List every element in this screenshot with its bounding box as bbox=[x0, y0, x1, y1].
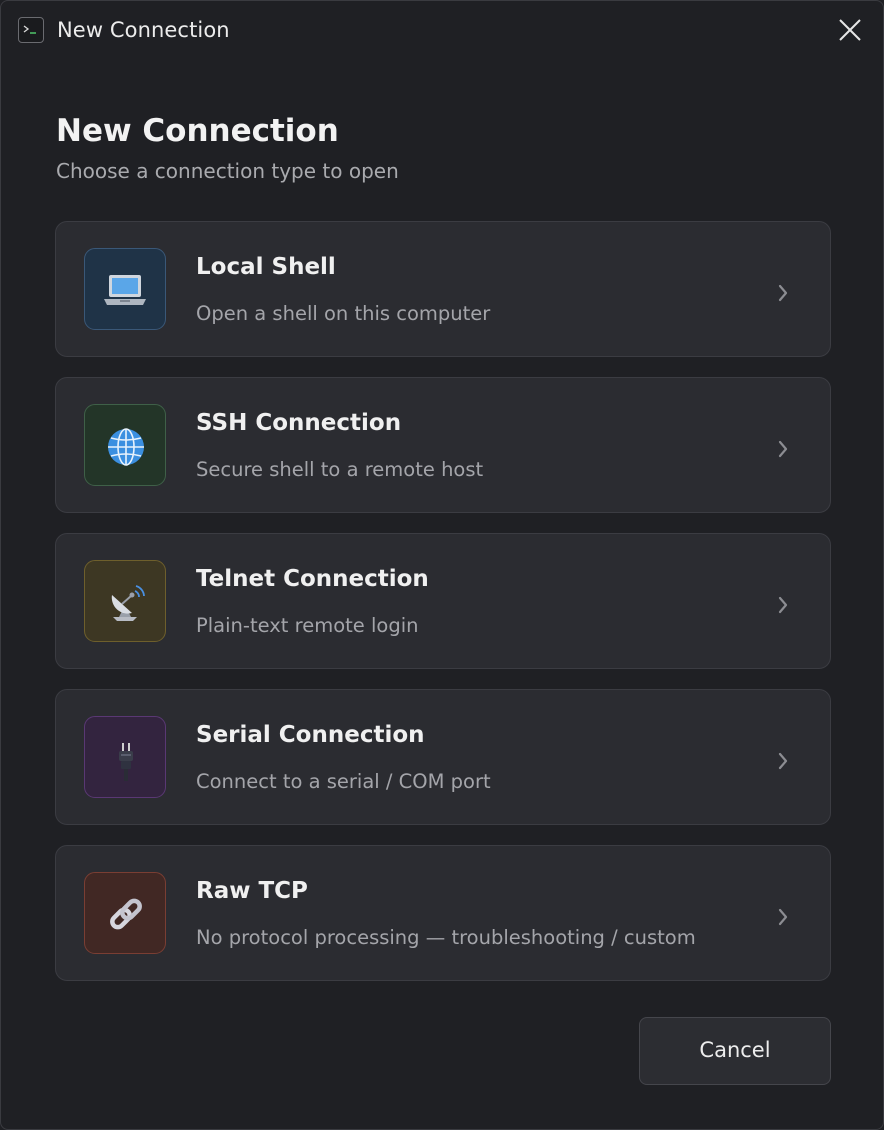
option-title: Serial Connection bbox=[196, 722, 425, 748]
satellite-dish-icon bbox=[84, 560, 166, 642]
option-description: Secure shell to a remote host bbox=[196, 458, 484, 481]
option-raw-tcp[interactable]: Raw TCP No protocol processing — trouble… bbox=[55, 845, 831, 981]
chevron-right-icon bbox=[778, 284, 788, 302]
option-serial-connection[interactable]: Serial Connection Connect to a serial / … bbox=[55, 689, 831, 825]
page-subtitle: Choose a connection type to open bbox=[56, 159, 399, 183]
close-button[interactable] bbox=[827, 9, 873, 51]
option-description: Connect to a serial / COM port bbox=[196, 770, 491, 793]
option-title: Local Shell bbox=[196, 254, 336, 280]
option-description: Open a shell on this computer bbox=[196, 302, 491, 325]
chevron-right-icon bbox=[778, 908, 788, 926]
option-local-shell[interactable]: Local Shell Open a shell on this compute… bbox=[55, 221, 831, 357]
chevron-right-icon bbox=[778, 596, 788, 614]
connection-type-list: Local Shell Open a shell on this compute… bbox=[55, 221, 831, 1001]
option-description: No protocol processing — troubleshooting… bbox=[196, 926, 696, 949]
laptop-icon bbox=[84, 248, 166, 330]
title-bar: New Connection bbox=[1, 1, 883, 61]
globe-icon bbox=[84, 404, 166, 486]
chevron-right-icon bbox=[778, 752, 788, 770]
close-icon bbox=[839, 19, 861, 41]
option-description: Plain-text remote login bbox=[196, 614, 419, 637]
option-title: Raw TCP bbox=[196, 878, 308, 904]
cancel-button[interactable]: Cancel bbox=[639, 1017, 831, 1085]
option-title: SSH Connection bbox=[196, 410, 402, 436]
chevron-right-icon bbox=[778, 440, 788, 458]
option-ssh-connection[interactable]: SSH Connection Secure shell to a remote … bbox=[55, 377, 831, 513]
terminal-icon bbox=[18, 17, 44, 43]
window-title: New Connection bbox=[57, 18, 230, 42]
new-connection-dialog: New Connection New Connection Choose a c… bbox=[0, 0, 884, 1130]
option-telnet-connection[interactable]: Telnet Connection Plain-text remote logi… bbox=[55, 533, 831, 669]
link-icon bbox=[84, 872, 166, 954]
option-title: Telnet Connection bbox=[196, 566, 429, 592]
plug-icon bbox=[84, 716, 166, 798]
page-title: New Connection bbox=[56, 113, 339, 149]
